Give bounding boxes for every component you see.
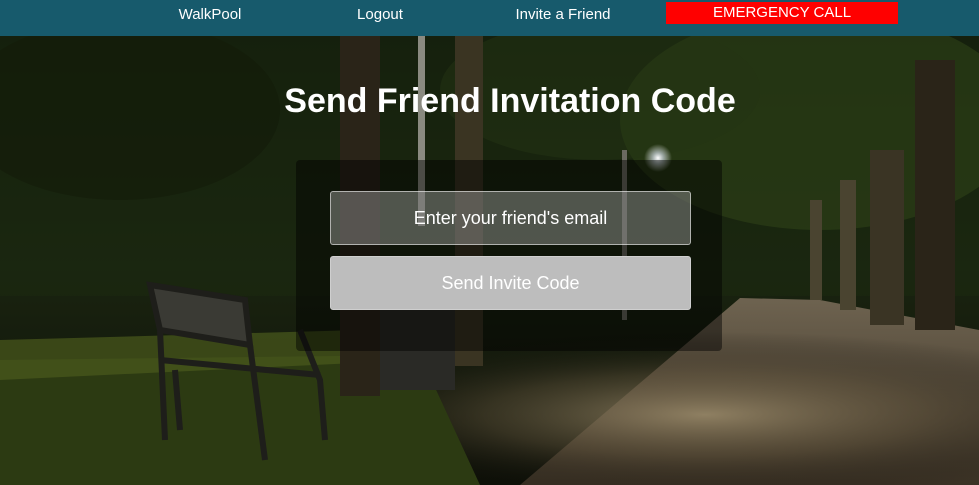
top-navbar: WalkPool Logout Invite a Friend EMERGENC… [0, 0, 979, 36]
page: WalkPool Logout Invite a Friend EMERGENC… [0, 0, 979, 485]
send-invite-code-button[interactable]: Send Invite Code [330, 256, 691, 310]
emergency-call-button[interactable]: EMERGENCY CALL [666, 2, 898, 24]
nav-link-logout[interactable]: Logout [330, 0, 430, 30]
nav-link-invite-friend[interactable]: Invite a Friend [493, 0, 633, 30]
friend-email-input[interactable] [330, 191, 691, 245]
page-title: Send Friend Invitation Code [284, 82, 736, 120]
nav-link-walkpool[interactable]: WalkPool [160, 0, 260, 30]
